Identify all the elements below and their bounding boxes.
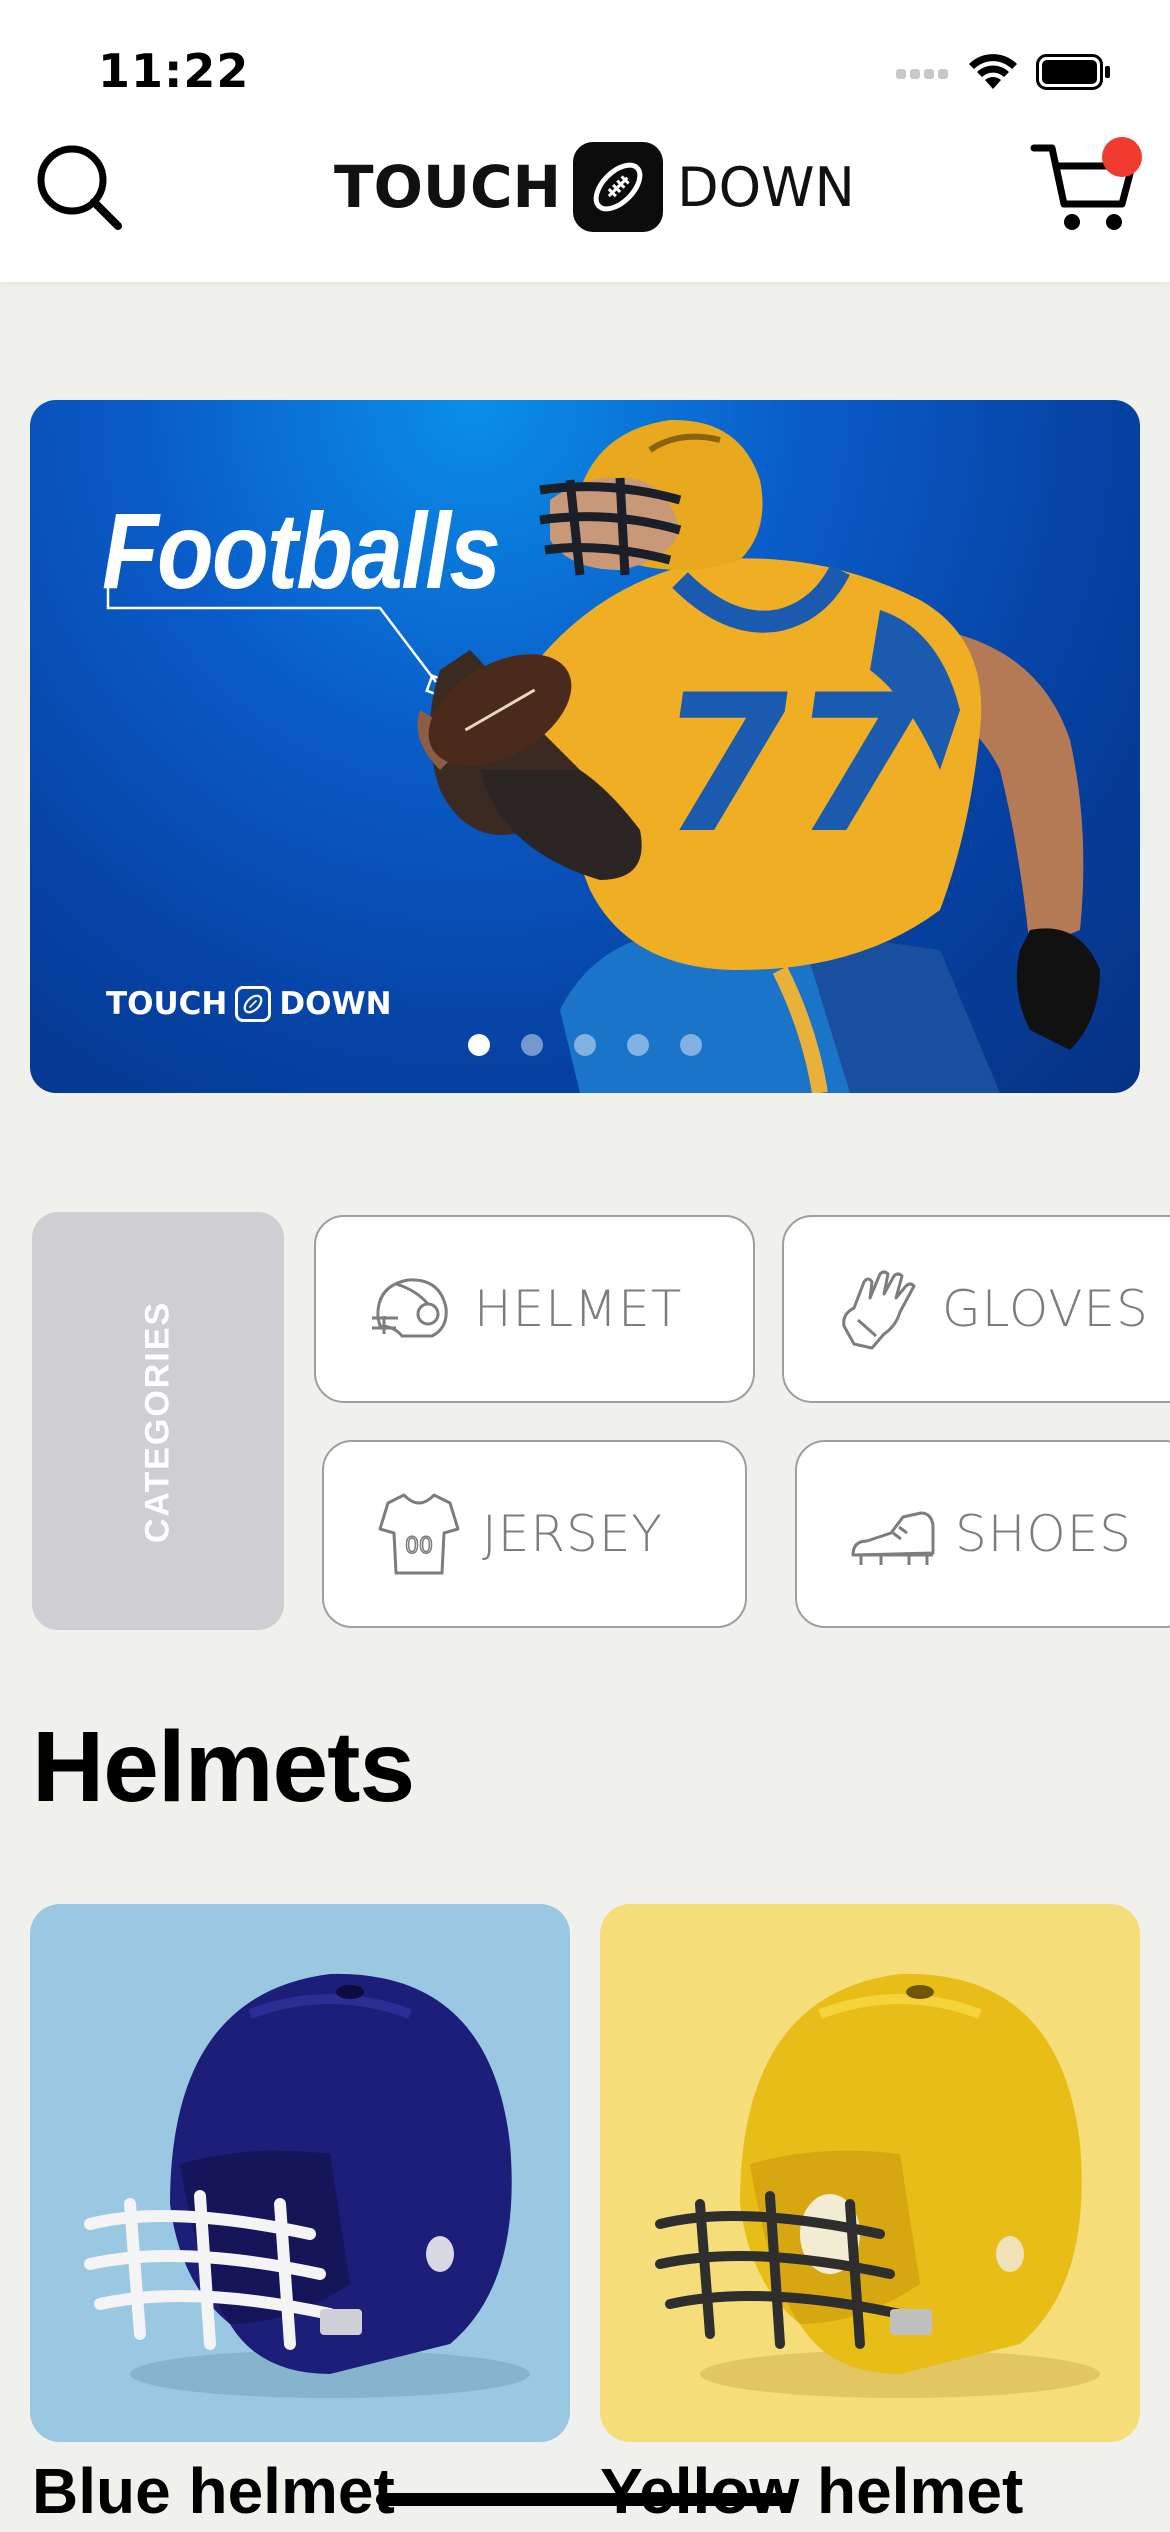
hero-brand: TOUCH DOWN (106, 984, 392, 1024)
status-time: 11:22 (98, 44, 250, 98)
carousel-dot[interactable] (680, 1034, 702, 1056)
cellular-signal-icon (896, 69, 948, 79)
chip-label: GLOVES (942, 1280, 1149, 1338)
svg-text:00: 00 (405, 1534, 433, 1559)
app-logo[interactable]: TOUCH DOWN (334, 140, 855, 234)
categories-label: CATEGORIES (138, 1300, 177, 1544)
jersey-number: 77 (645, 655, 940, 876)
category-chip-gloves[interactable]: GLOVES (782, 1215, 1170, 1403)
helmet-icon (372, 1278, 448, 1338)
hero-brand-down: DOWN (279, 986, 392, 1022)
chip-label: JERSEY (482, 1505, 663, 1563)
carousel-dot[interactable] (521, 1034, 543, 1056)
gloves-icon (842, 1270, 916, 1350)
jersey-icon: 00 (378, 1493, 460, 1575)
hero-brand-touch: TOUCH (106, 986, 228, 1022)
football-logo-icon (573, 142, 664, 232)
category-chip-shoes[interactable]: SHOES (795, 1440, 1170, 1628)
carousel-dot[interactable] (627, 1034, 649, 1056)
cleat-shoe-icon (851, 1511, 935, 1565)
cart-notification-badge (1102, 137, 1142, 177)
section-title: Helmets (32, 1711, 415, 1823)
battery-icon (1036, 54, 1110, 90)
yellow-helmet-image (600, 1904, 1140, 2442)
category-chip-helmet[interactable]: HELMET (314, 1215, 755, 1403)
hero-banner[interactable]: Footballs 77 TOUCH DOWN (30, 400, 1140, 1093)
chip-label: HELMET (474, 1280, 683, 1338)
product-card-blue-helmet[interactable] (30, 1904, 570, 2442)
football-mini-icon (235, 986, 272, 1022)
home-indicator (376, 2493, 794, 2506)
football-player-image: 77 (417, 419, 1100, 1093)
chip-label: SHOES (955, 1505, 1133, 1563)
carousel-dot[interactable] (468, 1034, 490, 1056)
wifi-icon (969, 54, 1017, 89)
product-card-yellow-helmet[interactable] (600, 1904, 1140, 2442)
product-name: Blue helmet (32, 2455, 395, 2527)
status-icons (896, 52, 1112, 92)
carousel-pagination (468, 1034, 702, 1056)
search-icon (37, 145, 122, 230)
search-button[interactable] (32, 140, 128, 236)
blue-helmet-image (30, 1904, 570, 2442)
product-name: Yellow helmet (600, 2455, 1024, 2527)
logo-text-touch: TOUCH (334, 153, 562, 221)
top-bar: 11:22 TOUCH DOWN (0, 0, 1170, 282)
carousel-dot[interactable] (574, 1034, 596, 1056)
logo-text-down: DOWN (677, 155, 855, 219)
category-chip-jersey[interactable]: 00 JERSEY (322, 1440, 747, 1628)
